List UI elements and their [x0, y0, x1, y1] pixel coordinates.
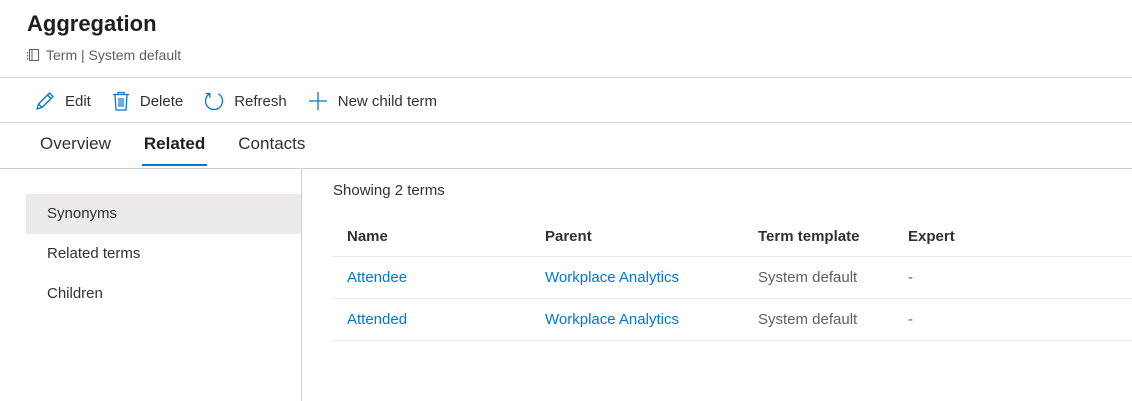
- refresh-icon: [203, 90, 234, 112]
- results-count: Showing 2 terms: [333, 182, 445, 199]
- tab-overview[interactable]: Overview: [40, 134, 111, 164]
- term-icon: [26, 47, 42, 63]
- nav-item-synonyms[interactable]: Synonyms: [26, 194, 301, 234]
- nav-item-children[interactable]: Children: [26, 274, 301, 314]
- edit-label: Edit: [65, 92, 91, 110]
- expert-cell: -: [908, 311, 913, 328]
- refresh-label: Refresh: [234, 92, 287, 110]
- table-row[interactable]: Attended Workplace Analytics System defa…: [332, 299, 1132, 341]
- tabs-divider: [0, 168, 1132, 169]
- parent-link[interactable]: Workplace Analytics: [545, 269, 758, 286]
- tab-contacts[interactable]: Contacts: [238, 134, 305, 164]
- terms-table: Name Parent Term template Expert Attende…: [332, 216, 1132, 341]
- term-template-cell: System default: [758, 311, 858, 328]
- delete-button[interactable]: Delete: [111, 90, 183, 112]
- delete-label: Delete: [139, 92, 184, 110]
- term-template-cell: System default: [758, 269, 858, 286]
- expert-cell: -: [908, 269, 913, 286]
- table-header: Name Parent Term template Expert: [332, 216, 1132, 257]
- toolbar-divider: [0, 122, 1132, 123]
- column-header-name[interactable]: Name: [332, 228, 545, 245]
- related-nav: Synonyms Related terms Children: [26, 194, 301, 314]
- refresh-button[interactable]: Refresh: [203, 90, 287, 112]
- nav-item-related-terms[interactable]: Related terms: [26, 234, 301, 274]
- tab-related[interactable]: Related: [141, 134, 208, 166]
- edit-button[interactable]: Edit: [34, 90, 91, 112]
- plus-icon: [307, 90, 338, 112]
- new-child-term-button[interactable]: New child term: [307, 90, 437, 112]
- trash-icon: [111, 90, 140, 112]
- term-name-link[interactable]: Attended: [332, 311, 545, 328]
- term-name-link[interactable]: Attendee: [332, 269, 545, 286]
- command-bar: Edit Delete Refresh New child term: [34, 88, 457, 114]
- page-title: Aggregation: [27, 11, 157, 36]
- pencil-icon: [34, 90, 65, 112]
- subtitle-text: Term | System default: [46, 47, 182, 63]
- column-header-expert[interactable]: Expert: [908, 228, 1108, 245]
- header-divider: [0, 77, 1132, 78]
- page-subtitle: Term | System default: [26, 47, 181, 63]
- tab-bar: Overview Related Contacts: [40, 134, 338, 166]
- new-child-term-label: New child term: [337, 92, 437, 110]
- nav-divider: [301, 169, 302, 401]
- column-header-term-template[interactable]: Term template: [758, 228, 908, 245]
- table-row[interactable]: Attendee Workplace Analytics System defa…: [332, 257, 1132, 299]
- parent-link[interactable]: Workplace Analytics: [545, 311, 758, 328]
- column-header-parent[interactable]: Parent: [545, 228, 758, 245]
